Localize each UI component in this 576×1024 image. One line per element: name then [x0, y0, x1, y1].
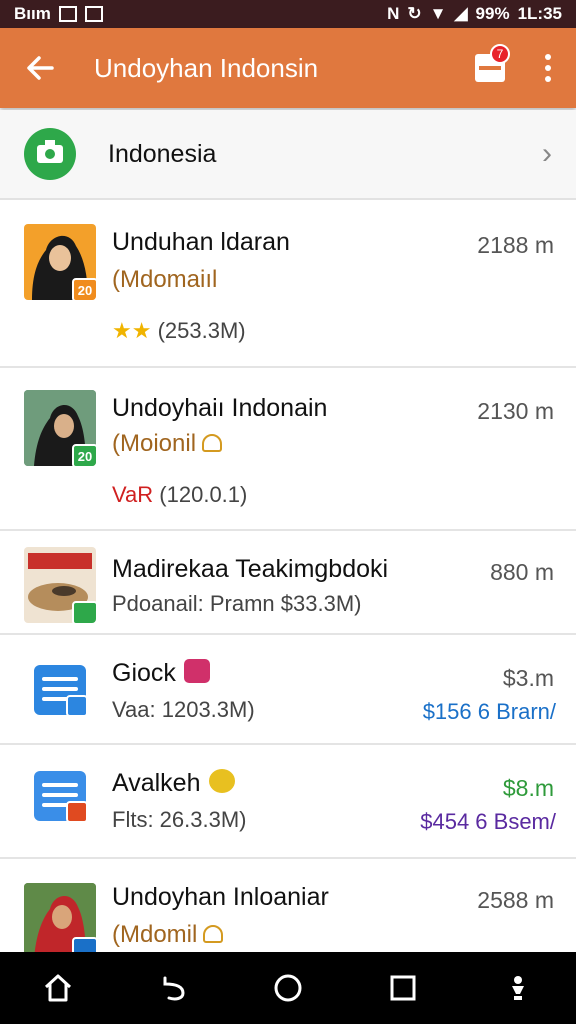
- item-size: $8.m: [502, 775, 554, 801]
- back-button[interactable]: [0, 28, 80, 108]
- item-title: Undoyhan Inloaniar: [112, 883, 329, 911]
- circle-icon: [274, 974, 302, 1002]
- system-nav-bar: [0, 952, 576, 1024]
- item-title: Madirekaa Teakimgbdoki: [112, 555, 389, 583]
- chevron-right-icon: ›: [542, 137, 552, 170]
- back-nav-button[interactable]: [143, 958, 203, 1018]
- camera-icon: [24, 128, 76, 180]
- thumbnail: [24, 547, 96, 623]
- list-item[interactable]: Giock Vaa: 1203.3M) $3.m $156 6 Brarn/: [0, 635, 576, 745]
- more-options-button[interactable]: [520, 28, 576, 108]
- list-item[interactable]: Madirekaa Teakimgbdoki Pdoanail: Pramn $…: [0, 531, 576, 635]
- app-badge-icon: [72, 601, 96, 623]
- overview-button[interactable]: [373, 958, 433, 1018]
- alert-icon: [66, 801, 88, 823]
- x-box-icon: [84, 6, 103, 22]
- item-meta: Vaa: 1203.3M): [112, 697, 255, 722]
- rating-stars-icon: ★★: [112, 318, 152, 343]
- item-meta: Flts: 26.3.3M): [112, 807, 247, 832]
- assistant-button[interactable]: [488, 958, 548, 1018]
- item-meta: Pdoanail: Pramn $33.3M): [112, 591, 362, 616]
- country-selector[interactable]: Indonesia ›: [0, 110, 576, 200]
- level-badge: 20: [72, 444, 96, 466]
- level-badge: 20: [72, 278, 96, 300]
- avatar: 20: [24, 390, 96, 466]
- list-item[interactable]: 20 Unduhan ldaran (Mdomaiıl ★★ (253.3M) …: [0, 200, 576, 368]
- item-price: $454 6 Bsem/: [420, 809, 556, 834]
- server-icon: [34, 665, 88, 717]
- clock: 1L:35: [517, 4, 562, 23]
- item-size: 880 m: [490, 559, 554, 585]
- person-icon: [512, 976, 525, 1000]
- page-title: Undoyhan Indonsin: [94, 52, 319, 83]
- item-title: Undoyhaiı Indonain: [112, 394, 328, 422]
- item-title: Avalkeh: [112, 769, 201, 797]
- avatar: [24, 883, 96, 959]
- app-bar: Undoyhan Indonsin 7: [0, 28, 576, 108]
- battery-level: 99%: [475, 4, 510, 23]
- bell-icon: [203, 925, 224, 943]
- image-icon: [58, 6, 77, 22]
- overflow-dot-icon: [545, 65, 551, 71]
- list-item[interactable]: 20 Undoyhaiı Indonain (Moionil VaR (120.…: [0, 368, 576, 531]
- back-icon: [163, 976, 185, 1001]
- item-subtitle: (Moionil: [112, 430, 197, 457]
- item-title: Giock: [112, 659, 176, 687]
- home-icon: [44, 974, 71, 1002]
- leaf-icon: [208, 769, 235, 794]
- home-button[interactable]: [28, 958, 88, 1018]
- signal-icon: ◢: [454, 4, 468, 23]
- country-label: Indonesia: [108, 139, 217, 168]
- notification-badge: 7: [490, 44, 510, 64]
- item-size: 2130 m: [477, 398, 554, 424]
- item-size: 2588 m: [477, 887, 554, 913]
- recents-home-button[interactable]: [258, 958, 318, 1018]
- list-item[interactable]: Avalkeh Flts: 26.3.3M) $8.m $454 6 Bsem/: [0, 745, 576, 859]
- item-subtitle: (Mdomil: [112, 921, 198, 948]
- rotate-icon: ↻: [407, 4, 422, 23]
- nfc-icon: N: [387, 4, 400, 23]
- tag-icon: [183, 659, 210, 684]
- bell-icon: [202, 434, 223, 452]
- arrow-left-icon: [27, 56, 54, 80]
- item-tag: VaR: [112, 482, 154, 507]
- overflow-dot-icon: [545, 76, 551, 82]
- avatar: 20: [24, 224, 96, 300]
- item-meta: (120.0.1): [159, 482, 248, 507]
- notifications-button[interactable]: 7: [460, 28, 520, 108]
- status-left-text: Bıım: [14, 4, 51, 23]
- item-size: 2188 m: [477, 232, 554, 258]
- square-icon: [390, 975, 416, 1001]
- list-item[interactable]: Undoyhan Inloaniar (Mdomil 2588 m: [0, 859, 576, 959]
- item-size: $3.m: [502, 665, 554, 691]
- item-price: $156 6 Brarn/: [422, 699, 556, 724]
- sync-icon: [66, 695, 88, 717]
- overflow-dot-icon: [545, 54, 551, 60]
- item-meta: (253.3M): [157, 318, 246, 343]
- item-title: Unduhan ldaran: [112, 228, 290, 256]
- wifi-icon: ▼: [429, 4, 447, 23]
- status-bar: Bıım N ↻ ▼ ◢ 99% 1L:35: [0, 0, 576, 28]
- item-subtitle: (Mdomaiıl: [112, 266, 218, 293]
- document-icon: [34, 771, 88, 823]
